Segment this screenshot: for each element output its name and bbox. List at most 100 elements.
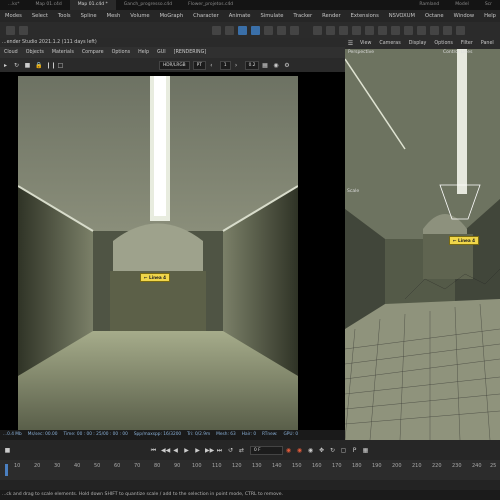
loop-icon[interactable]: ↺ (227, 447, 234, 454)
render-view-icon[interactable] (313, 25, 322, 35)
menu-tools[interactable]: Tools (53, 10, 76, 22)
refresh-icon[interactable]: ↻ (13, 62, 20, 69)
menu-simulate[interactable]: Simulate (256, 10, 289, 22)
timeline-track[interactable] (0, 480, 500, 490)
viewer-menu-objects[interactable]: Objects (22, 47, 48, 58)
viewer-menu-help[interactable]: Help (134, 47, 153, 58)
axis-y-icon[interactable] (277, 25, 286, 35)
send-icon[interactable]: ▸ (2, 62, 9, 69)
menu-mesh[interactable]: Mesh (102, 10, 126, 22)
layout-model[interactable]: Model (447, 0, 477, 10)
autokey-icon[interactable]: ◉ (296, 447, 303, 454)
record-icon[interactable]: ◉ (285, 447, 292, 454)
viewport-menu-filter[interactable]: Filter (457, 38, 477, 49)
viewer-menu-cloud[interactable]: Cloud (0, 47, 22, 58)
rotate-tool-icon[interactable] (238, 25, 247, 35)
cube-icon[interactable] (339, 25, 348, 35)
menu-mograph[interactable]: MoGraph (155, 10, 189, 22)
go-to-end-icon[interactable]: ⏭ (216, 447, 223, 454)
viewer-menu-gui[interactable]: GUI (153, 47, 170, 58)
viewport-menu-cameras[interactable]: Cameras (375, 38, 404, 49)
tab-doc-1[interactable]: ...ks* (0, 0, 28, 10)
frame-start-field-icon[interactable]: ■ (4, 447, 11, 454)
pause-icon[interactable]: ❙❙ (46, 62, 56, 69)
tunnel-render-graphic (18, 76, 298, 468)
render-settings-icon[interactable] (326, 25, 335, 35)
cloner-icon[interactable] (378, 25, 387, 35)
region-icon[interactable]: □ (57, 62, 64, 69)
viewport-menu-panel[interactable]: Panel (477, 38, 498, 49)
prev-key-icon[interactable]: ◀◀ (161, 447, 170, 454)
menu-animate[interactable]: Animate (224, 10, 256, 22)
light-icon[interactable] (430, 25, 439, 35)
render-mode-select[interactable]: PT (192, 60, 206, 70)
menu-octane[interactable]: Octane (420, 10, 449, 22)
next-frame-icon[interactable]: ▶ (194, 447, 201, 454)
undo-icon[interactable] (6, 25, 15, 35)
stop-icon[interactable]: ■ (24, 62, 31, 69)
menu-window[interactable]: Window (449, 10, 479, 22)
key-rotation-icon[interactable]: ↻ (329, 447, 336, 454)
move-tool-icon[interactable] (212, 25, 221, 35)
menu-select[interactable]: Select (27, 10, 53, 22)
menu-extensions[interactable]: Extensions (346, 10, 384, 22)
menu-volume[interactable]: Volume (125, 10, 154, 22)
tab-doc-3[interactable]: Map 01.c4d * (69, 0, 116, 10)
go-to-start-icon[interactable]: ⏮ (150, 447, 157, 454)
menu-render[interactable]: Render (317, 10, 345, 22)
gear-icon[interactable]: ⚙ (283, 62, 290, 69)
play-icon[interactable]: ▶ (183, 447, 190, 454)
menu-modes[interactable]: Modes (0, 10, 27, 22)
record-settings-icon[interactable]: ⇄ (238, 447, 245, 454)
current-frame-field[interactable]: 0 F (250, 445, 283, 455)
menu-nsvoxum[interactable]: NSVOXUM (384, 10, 420, 22)
viewport-toggle-icon[interactable]: ☰ (347, 40, 354, 47)
menu-spline[interactable]: Spline (76, 10, 102, 22)
camera-icon[interactable] (417, 25, 426, 35)
redo-icon[interactable] (19, 25, 28, 35)
prev-icon[interactable]: ‹ (208, 62, 215, 69)
viewport-menu-options[interactable]: Options (430, 38, 457, 49)
tag-icon[interactable] (443, 25, 452, 35)
menu-help[interactable]: Help (479, 10, 500, 22)
key-selection-icon[interactable]: ◉ (307, 447, 314, 454)
layout-scr[interactable]: Scr (477, 0, 500, 10)
viewport-canvas[interactable]: Perspective Control Lines Scale ← Linea … (345, 49, 500, 440)
scale-tool-icon[interactable] (225, 25, 234, 35)
subdivision-icon[interactable] (365, 25, 374, 35)
snap-icon[interactable] (456, 25, 465, 35)
key-param-icon[interactable]: P (351, 447, 358, 454)
deformer-icon[interactable] (391, 25, 400, 35)
viewport-menu-view[interactable]: View (356, 38, 375, 49)
prev-frame-icon[interactable]: ◀ (172, 447, 179, 454)
select-tool-icon[interactable] (251, 25, 260, 35)
next-key-icon[interactable]: ▶▶ (205, 447, 214, 454)
layout-ramland[interactable]: Ramland (411, 0, 447, 10)
axis-z-icon[interactable] (290, 25, 299, 35)
value-field-2[interactable]: 0.2 (244, 60, 260, 70)
floor-icon[interactable] (404, 25, 413, 35)
render-image[interactable]: ← Linea 4 (18, 76, 298, 468)
key-pla-icon[interactable]: ▦ (362, 447, 369, 454)
playhead-marker[interactable] (5, 464, 8, 476)
menu-character[interactable]: Character (188, 10, 224, 22)
next-icon[interactable]: › (233, 62, 240, 69)
key-position-icon[interactable]: ✥ (318, 447, 325, 454)
image-icon[interactable]: ▦ (261, 62, 268, 69)
viewer-menu-options[interactable]: Options (108, 47, 135, 58)
menu-tracker[interactable]: Tracker (288, 10, 317, 22)
key-scale-icon[interactable]: ▢ (340, 447, 347, 454)
pen-icon[interactable] (352, 25, 361, 35)
viewer-menu-compare[interactable]: Compare (78, 47, 108, 58)
camera-snapshot-icon[interactable]: ◉ (272, 62, 279, 69)
axis-x-icon[interactable] (264, 25, 273, 35)
color-space-select[interactable]: HDR/LRGB (159, 60, 190, 70)
viewer-menu-materials[interactable]: Materials (48, 47, 78, 58)
viewport-menu-display[interactable]: Display (405, 38, 431, 49)
value-field-1[interactable]: 1 (219, 60, 231, 70)
tab-doc-5[interactable]: Flower_projetos.c4d (180, 0, 241, 10)
lock-icon[interactable]: 🔒 (35, 62, 42, 69)
tab-doc-2[interactable]: Map 01.c4d (28, 0, 70, 10)
timeline-ruler[interactable]: 10 20 30 40 50 60 70 80 90 100 110 120 1… (0, 460, 500, 480)
tab-doc-4[interactable]: Ganch_progresso.c4d (116, 0, 180, 10)
